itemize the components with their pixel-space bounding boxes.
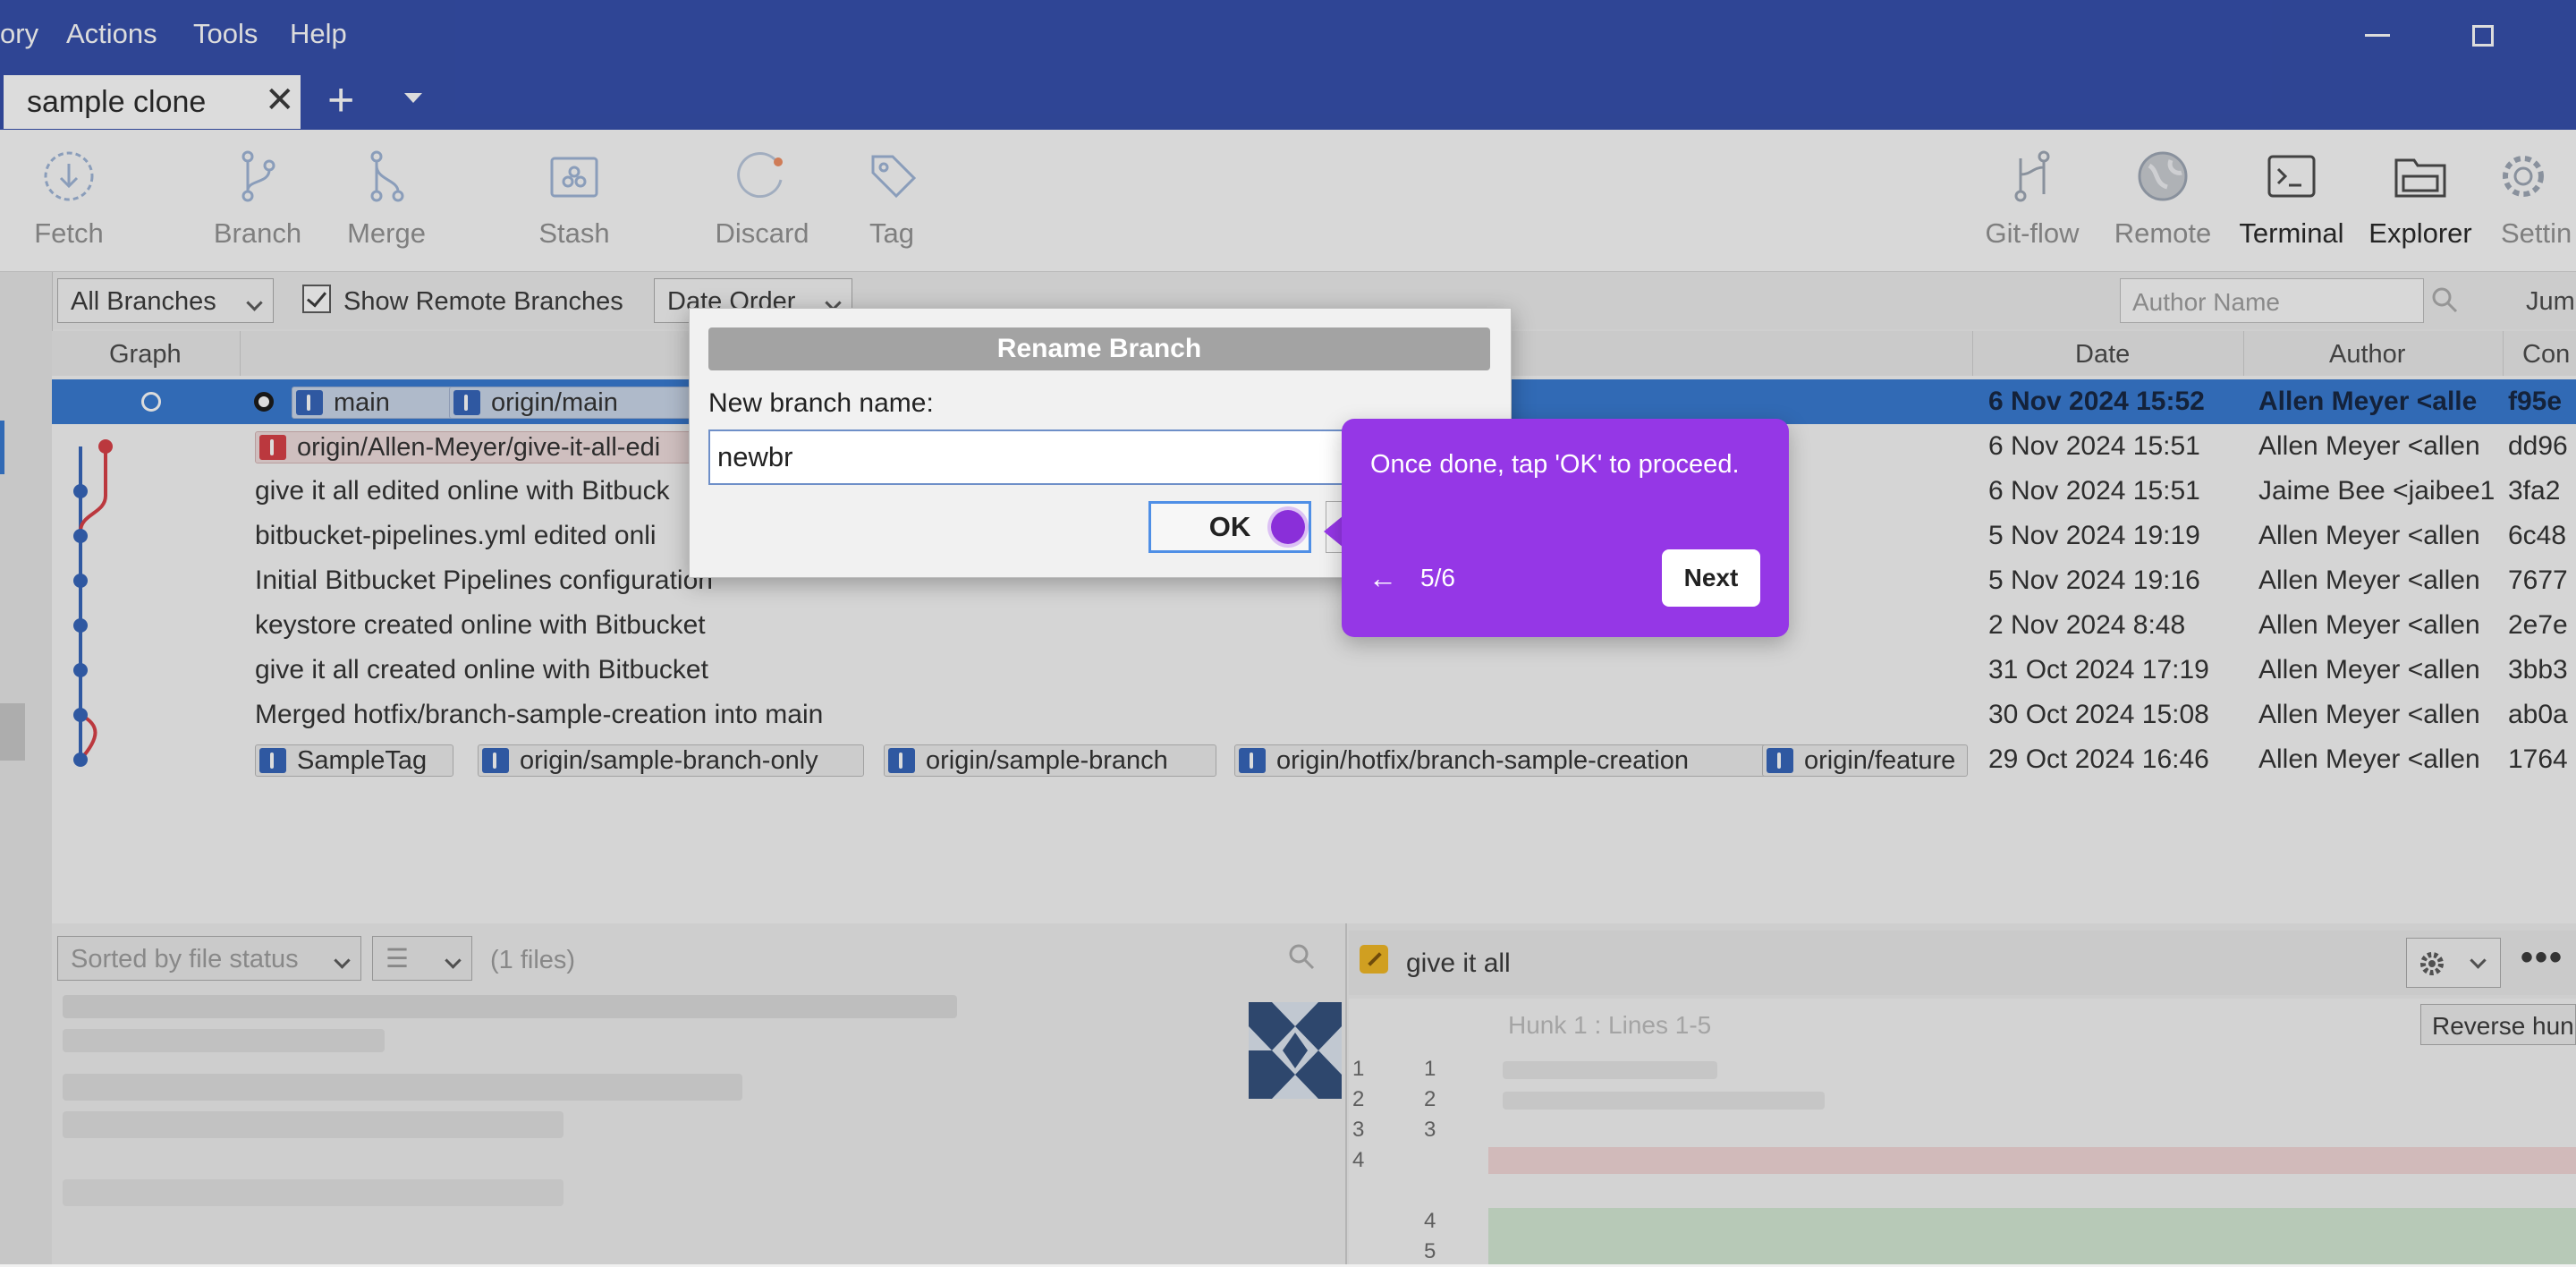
new-branch-name-input[interactable] xyxy=(708,429,1352,485)
tour-next-button[interactable]: Next xyxy=(1662,549,1760,607)
modal-overlay xyxy=(0,0,2576,1264)
tour-text: Once done, tap 'OK' to proceed. xyxy=(1370,450,1740,479)
dialog-title: Rename Branch xyxy=(708,327,1490,370)
tour-hotspot xyxy=(1267,506,1309,548)
tour-pointer xyxy=(1324,515,1343,548)
tour-back-icon[interactable]: ← xyxy=(1368,562,1397,595)
tour-step-counter: 5/6 xyxy=(1420,564,1455,591)
new-branch-name-label: New branch name: xyxy=(708,388,934,418)
